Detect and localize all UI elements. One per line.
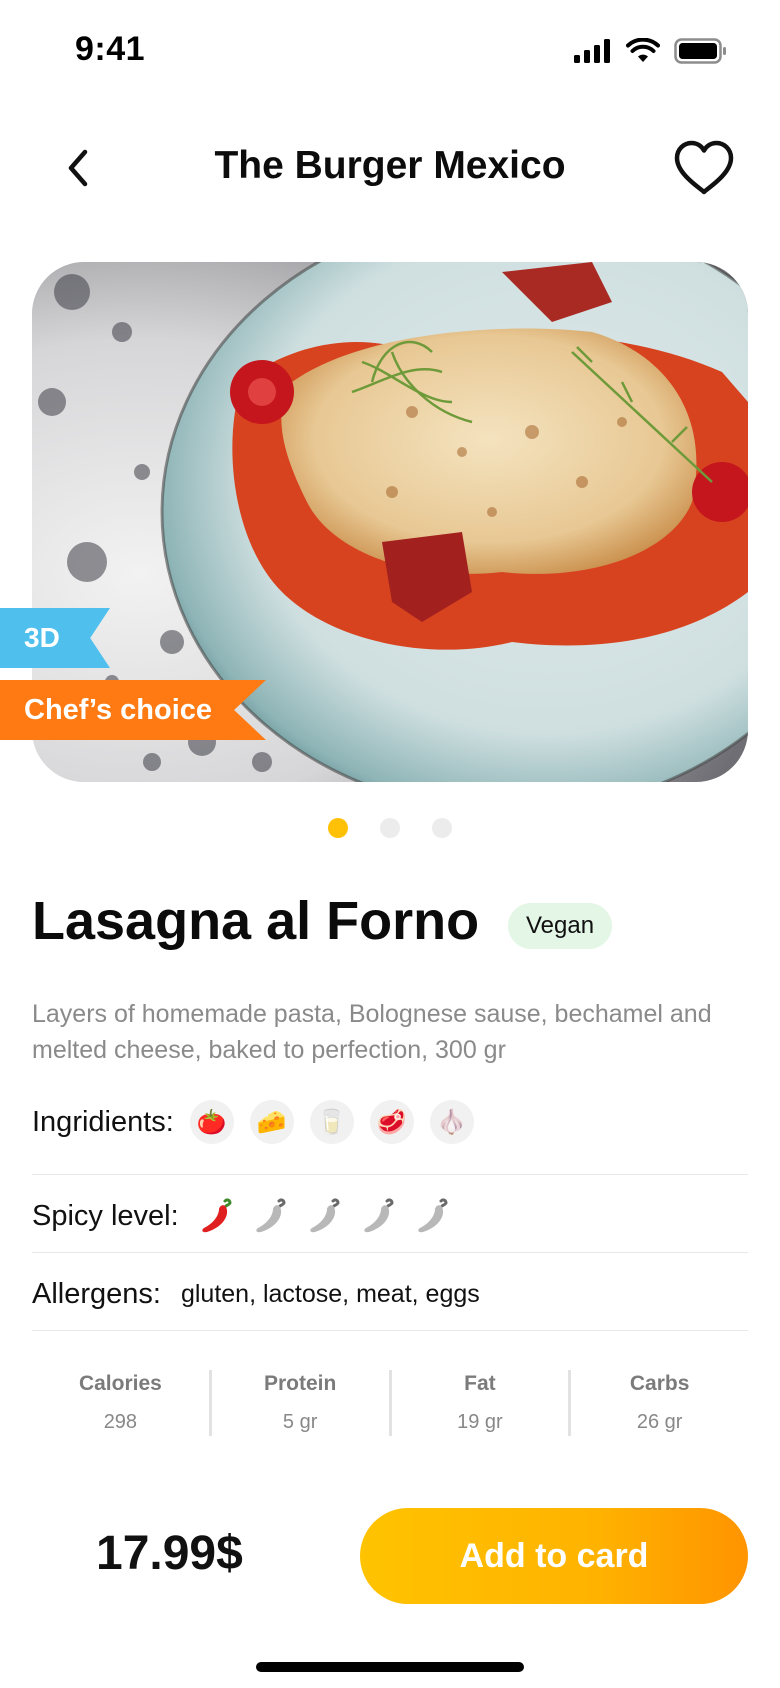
nutrition-protein: Protein 5 gr xyxy=(212,1370,389,1436)
home-indicator[interactable] xyxy=(256,1662,524,1672)
garlic-icon[interactable]: 🧄 xyxy=(429,1100,474,1144)
divider xyxy=(32,1174,748,1175)
nutrition-value: 26 gr xyxy=(636,1411,683,1433)
chili-pepper-icon xyxy=(199,1196,233,1236)
allergens-value: gluten, lactose, meat, eggs xyxy=(180,1279,480,1308)
tomato-icon[interactable]: 🍅 xyxy=(189,1100,234,1144)
carousel-pagination xyxy=(0,818,780,838)
carousel-dot-1[interactable] xyxy=(328,818,348,838)
allergens-row: Allergens: gluten, lactose, meat, eggs xyxy=(32,1268,748,1320)
status-icons xyxy=(574,38,728,64)
battery-icon xyxy=(674,38,726,64)
carousel-dot-2[interactable] xyxy=(380,818,400,838)
nutrition-label: Protein xyxy=(263,1372,337,1395)
cellular-signal-icon xyxy=(574,39,610,63)
spicy-level-row: Spicy level: xyxy=(32,1190,748,1242)
nutrition-fat: Fat 19 gr xyxy=(392,1370,569,1436)
chefs-choice-badge: Chef’s choice xyxy=(0,680,266,740)
header: The Burger Mexico xyxy=(0,130,780,210)
add-to-cart-button[interactable]: Add to card xyxy=(360,1508,748,1604)
nutrition-label: Calories xyxy=(78,1372,162,1395)
price: 17.99$ xyxy=(96,1527,243,1580)
meat-icon[interactable]: 🥩 xyxy=(369,1100,414,1144)
cheese-icon[interactable]: 🧀 xyxy=(249,1100,294,1144)
ingredients-row: Ingridients: 🍅 🧀 🥛 🥩 🧄 xyxy=(32,1094,748,1150)
chili-pepper-icon xyxy=(253,1196,287,1236)
nutrition-value: 5 gr xyxy=(282,1411,318,1433)
chili-pepper-icon xyxy=(307,1196,341,1236)
dish-title: Lasagna al Forno xyxy=(32,891,480,951)
chili-pepper-icon xyxy=(415,1196,449,1236)
nutrition-table: Calories 298 Protein 5 gr Fat 19 gr Carb… xyxy=(32,1370,748,1436)
milk-icon[interactable]: 🥛 xyxy=(309,1100,354,1144)
favorite-button[interactable] xyxy=(672,138,736,198)
vegan-badge: Vegan xyxy=(508,903,613,949)
divider xyxy=(32,1330,748,1331)
divider xyxy=(32,1252,748,1253)
heart-icon xyxy=(674,140,734,195)
carousel-dot-3[interactable] xyxy=(432,818,452,838)
nutrition-value: 298 xyxy=(103,1411,138,1433)
allergens-label: Allergens: xyxy=(32,1277,161,1310)
wifi-icon xyxy=(626,38,660,62)
nutrition-carbs: Carbs 26 gr xyxy=(571,1370,748,1436)
nutrition-calories: Calories 298 xyxy=(32,1370,209,1436)
spicy-level-label: Spicy level: xyxy=(32,1199,179,1232)
chili-pepper-icon xyxy=(361,1196,395,1236)
ingredients-label: Ingridients: xyxy=(32,1105,174,1138)
nutrition-label: Fat xyxy=(464,1372,496,1395)
page-title: The Burger Mexico xyxy=(214,144,566,187)
nutrition-value: 19 gr xyxy=(457,1411,503,1433)
status-bar: 9:41 xyxy=(0,0,780,104)
dish-description: Layers of homemade pasta, Bolognese saus… xyxy=(32,1000,712,1064)
status-time: 9:41 xyxy=(75,30,146,68)
nutrition-label: Carbs xyxy=(629,1372,690,1395)
